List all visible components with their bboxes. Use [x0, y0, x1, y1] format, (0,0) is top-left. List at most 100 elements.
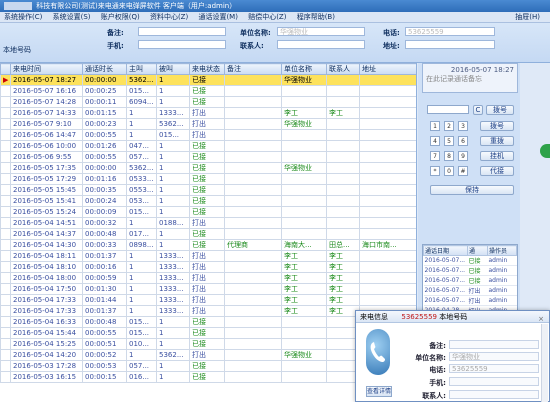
col-remark[interactable]: 备注 — [224, 63, 282, 75]
memo-box[interactable]: 2016-05-07 18:27 在此记录通话备忘 — [422, 63, 518, 93]
call-button[interactable]: 拨号 — [480, 121, 514, 131]
key-3[interactable]: 3 — [458, 121, 468, 131]
menu-exit[interactable]: 抽屉(H) — [511, 12, 544, 23]
cell-call-time: 2016-05-04 17:33 — [10, 294, 83, 306]
table-row[interactable]: 2016-05-04 17:33 00:01:44 1 1333... 打出 李工 李工 — [0, 294, 416, 306]
hangup-button[interactable]: 挂机 — [480, 151, 514, 161]
transfer-button[interactable]: 代接 — [480, 166, 514, 176]
table-row[interactable]: 2016-05-06 9:55 00:00:55 057... 1 已接 — [0, 151, 416, 163]
recent-col-type[interactable]: 通 — [467, 245, 488, 256]
view-details-button[interactable]: 查看详情 — [366, 386, 392, 397]
dial-number-input[interactable] — [427, 105, 469, 114]
recent-row[interactable]: 2016-05-07... 已接 admin — [423, 255, 517, 266]
table-row[interactable]: 2016-05-07 14:33 00:01:15 1 1333... 打出 李工 李工 — [0, 107, 416, 119]
row-indicator — [0, 96, 11, 108]
col-call-time[interactable]: 来电时间 — [10, 63, 83, 75]
key-hash[interactable]: # — [458, 166, 468, 176]
cell-company — [281, 173, 327, 185]
cell-callee: 0188... — [156, 217, 190, 229]
table-row[interactable]: 2016-05-06 14:47 00:00:55 1 015... 打出 — [0, 129, 416, 141]
recent-row[interactable]: 2016-05-07... 打出 admin — [423, 295, 517, 306]
cell-duration: 00:00:24 — [82, 195, 127, 207]
cell-status: 打出 — [189, 305, 225, 317]
key-4[interactable]: 4 — [430, 136, 440, 146]
col-address[interactable]: 地址 — [359, 63, 416, 75]
menu-compensation[interactable]: 赔偿中心(Z) — [244, 12, 290, 23]
col-duration[interactable]: 通话时长 — [82, 63, 127, 75]
cell-company: 华强物业 — [281, 162, 327, 174]
menu-call-settings[interactable]: 通话设置(M) — [194, 12, 242, 23]
redial-button[interactable]: 重拨 — [480, 136, 514, 146]
contact-field[interactable] — [277, 40, 365, 49]
cell-caller: 5362... — [126, 162, 157, 174]
cell-duration: 00:01:37 — [82, 305, 127, 317]
popup-scrollbar[interactable] — [541, 324, 548, 402]
table-row[interactable]: 2016-05-04 18:10 00:00:16 1 1333... 打出 李工 李工 — [0, 261, 416, 273]
recent-row[interactable]: 2016-05-07... 打出 admin — [423, 285, 517, 296]
table-row[interactable]: 2016-05-07 14:28 00:00:11 6094... 1 已接 — [0, 96, 416, 108]
cell-status: 打出 — [189, 283, 225, 295]
table-row[interactable]: 2016-05-04 14:37 00:00:48 017... 1 已接 — [0, 228, 416, 240]
table-row[interactable]: 2016-05-05 17:29 00:01:16 0533... 1 已接 — [0, 173, 416, 185]
col-status[interactable]: 来电状态 — [189, 63, 225, 75]
key-8[interactable]: 8 — [444, 151, 454, 161]
cell-duration: 00:00:48 — [82, 316, 127, 328]
col-caller[interactable]: 主叫 — [126, 63, 157, 75]
cell-company — [281, 85, 327, 97]
menu-data-center[interactable]: 资料中心(Z) — [146, 12, 192, 23]
cell-contact — [326, 162, 360, 174]
recent-col-operator[interactable]: 操作员 — [487, 245, 517, 256]
col-company[interactable]: 单位名称 — [281, 63, 327, 75]
table-row[interactable]: 2016-05-04 14:30 00:00:33 0898... 1 已接 代理商 海南大… — [0, 239, 416, 251]
cell-address — [359, 272, 416, 284]
key-6[interactable]: 6 — [458, 136, 468, 146]
cell-call-time: 2016-05-05 17:35 — [10, 162, 83, 174]
key-7[interactable]: 7 — [430, 151, 440, 161]
table-row[interactable]: 2016-05-04 18:00 00:00:59 1 1333... 打出 李工 李工 — [0, 272, 416, 284]
recent-cell-type: 已接 — [467, 275, 488, 286]
key-2[interactable]: 2 — [444, 121, 454, 131]
col-callee[interactable]: 被叫 — [156, 63, 190, 75]
row-indicator — [0, 360, 11, 372]
recent-row[interactable]: 2016-05-07... 已接 admin — [423, 265, 517, 276]
table-row[interactable]: 2016-05-05 15:45 00:00:35 0553... 1 已接 — [0, 184, 416, 196]
col-contact[interactable]: 联系人 — [326, 63, 360, 75]
cell-call-time: 2016-05-04 18:10 — [10, 261, 83, 273]
table-row[interactable]: 2016-05-05 15:24 00:00:09 015... 1 已接 — [0, 206, 416, 218]
table-row[interactable]: 2016-05-07 9:10 00:00:23 1 5362... 打出 华强物业 — [0, 118, 416, 130]
table-row[interactable]: 2016-05-07 16:16 00:00:25 015... 1 已接 — [0, 85, 416, 97]
dial-out-button[interactable]: 拨号 — [486, 105, 514, 115]
key-0[interactable]: 0 — [444, 166, 454, 176]
menu-settings[interactable]: 系统设置(S) — [49, 12, 95, 23]
menu-account[interactable]: 账户权限(Q) — [97, 12, 144, 23]
table-row[interactable]: ▶ 2016-05-07 18:27 00:00:00 5362... 1 已接 华强物业 — [0, 74, 416, 86]
table-row[interactable]: 2016-05-05 17:35 00:00:00 5362... 1 已接 华强物业 — [0, 162, 416, 174]
hold-button[interactable]: 保持 — [430, 185, 514, 195]
cell-remark — [224, 206, 282, 218]
phone-field[interactable]: 53625559 — [405, 27, 495, 36]
key-1[interactable]: 1 — [430, 121, 440, 131]
company-field[interactable]: 华强物业 — [277, 27, 365, 36]
table-row[interactable]: 2016-05-04 14:51 00:00:32 1 0188... 打出 — [0, 217, 416, 229]
table-row[interactable]: 2016-05-05 15:41 00:00:24 053... 1 已接 — [0, 195, 416, 207]
side-float-handle[interactable] — [540, 144, 550, 158]
key-5[interactable]: 5 — [444, 136, 454, 146]
row-indicator — [0, 327, 11, 339]
menu-system[interactable]: 系统操作(C) — [0, 12, 46, 23]
key-9[interactable]: 9 — [458, 151, 468, 161]
table-row[interactable]: 2016-05-04 17:50 00:01:30 1 1333... 打出 李工 李工 — [0, 283, 416, 295]
cell-callee: 015... — [156, 129, 190, 141]
table-row[interactable]: 2016-05-06 10:00 00:01:26 047... 1 已接 — [0, 140, 416, 152]
menu-help[interactable]: 程序帮助(B) — [293, 12, 339, 23]
cell-remark — [224, 74, 282, 86]
table-row[interactable]: 2016-05-04 18:11 00:01:37 1 1333... 打出 李工 李工 — [0, 250, 416, 262]
row-indicator — [0, 217, 11, 229]
dial-clear-button[interactable]: C — [473, 105, 483, 115]
cell-status: 已接 — [189, 327, 225, 339]
address-field[interactable] — [405, 40, 495, 49]
recent-col-date[interactable]: 通话日期 — [423, 245, 468, 256]
mobile-field[interactable] — [138, 40, 226, 49]
key-star[interactable]: * — [430, 166, 440, 176]
remark-field[interactable] — [138, 27, 226, 36]
recent-row[interactable]: 2016-05-07... 已接 admin — [423, 275, 517, 286]
